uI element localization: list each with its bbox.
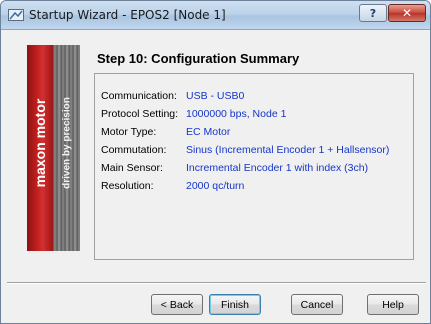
back-button[interactable]: < Back [151,294,203,315]
summary-value: Sinus (Incremental Encoder 1 + Hallsenso… [186,144,390,156]
summary-panel: Communication: USB - USB0 Protocol Setti… [94,73,414,260]
help-button[interactable]: Help [367,294,419,315]
title-help-button[interactable]: ? [359,4,387,22]
summary-label: Resolution: [101,180,154,192]
summary-label: Protocol Setting: [101,108,179,120]
wizard-icon [8,9,24,21]
close-button[interactable]: ✕ [388,4,426,22]
footer-divider [7,282,426,284]
summary-label: Communication: [101,90,177,102]
wizard-window: Startup Wizard - EPOS2 [Node 1] ? ✕ maxo… [0,0,431,324]
summary-value: 1000000 bps, Node 1 [186,108,287,120]
summary-label: Main Sensor: [101,162,163,174]
help-icon: ? [369,6,377,20]
close-icon: ✕ [401,6,413,20]
summary-value: 2000 qc/turn [186,180,245,192]
cancel-button[interactable]: Cancel [291,294,343,315]
summary-value: USB - USB0 [186,90,245,102]
brand-name: maxon motor [32,98,48,188]
finish-button[interactable]: Finish [209,294,261,315]
brand-tagline: driven by precision [61,97,73,189]
window-title: Startup Wizard - EPOS2 [Node 1] [29,8,226,22]
title-bar[interactable]: Startup Wizard - EPOS2 [Node 1] ? ✕ [1,1,430,30]
summary-value: Incremental Encoder 1 with index (3ch) [186,162,369,174]
step-title: Step 10: Configuration Summary [97,51,300,66]
summary-value: EC Motor [186,126,231,138]
brand-sidebar: maxon motor driven by precision [27,45,80,251]
summary-label: Commutation: [101,144,167,156]
summary-label: Motor Type: [101,126,157,138]
